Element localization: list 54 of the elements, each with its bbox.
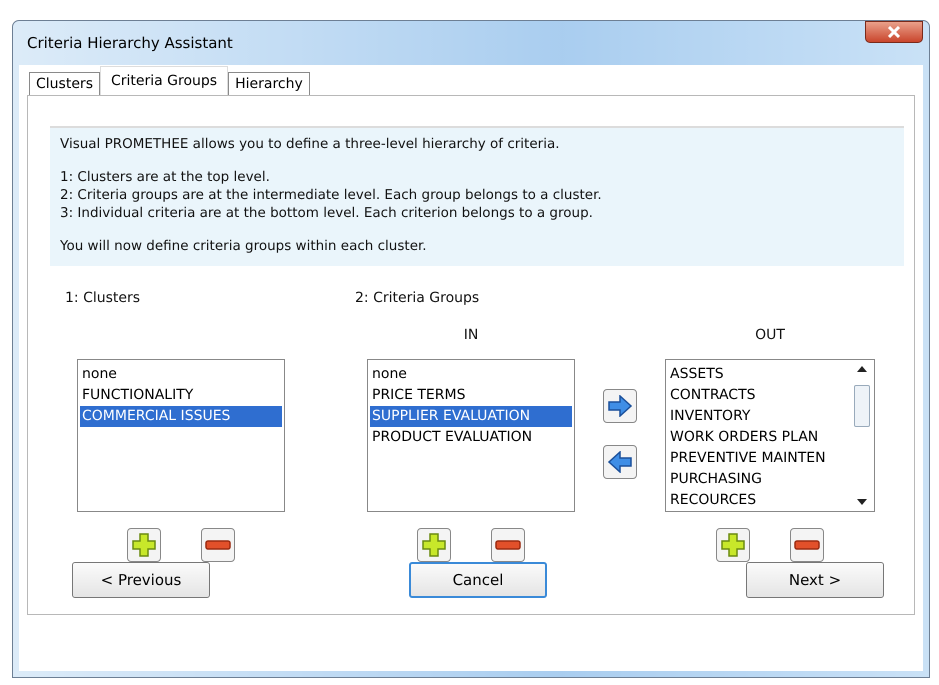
remove-button[interactable] (201, 528, 235, 562)
remove-button[interactable] (790, 528, 824, 562)
plus-icon (132, 533, 156, 557)
minus-icon (495, 540, 521, 550)
tab[interactable]: Hierarchy (228, 72, 310, 95)
minus-icon (794, 540, 820, 550)
list-box[interactable]: ASSETS CONTRACTS INVENTORY WORK ORDERS PLAN PREVENTIVE MAINTEN PURCHASING RECOURCES (665, 359, 875, 512)
remove-button[interactable] (491, 528, 525, 562)
close-button[interactable] (865, 21, 923, 43)
tab[interactable]: Criteria Groups (100, 66, 228, 96)
section-label: 2: Criteria Groups (355, 290, 480, 308)
scrollbar-thumb[interactable] (854, 384, 870, 426)
dialog-button[interactable]: Cancel (409, 562, 547, 598)
dialog-button[interactable]: < Previous (72, 562, 210, 598)
list-item[interactable]: CONTRACTS (668, 385, 872, 406)
list-box[interactable]: none PRICE TERMS SUPPLIER EVALUATION PRODUCT EVALUATION (367, 359, 575, 512)
info-text: You will now define criteria groups within each cluster. (60, 238, 428, 254)
info-text: Visual PROMETHEE allows you to define a three-level hierarchy of criteria. (60, 136, 561, 152)
info-text: 2: Criteria groups are at the intermediate level. Each group belongs to a cluster. (60, 187, 603, 203)
list-item[interactable]: SUPPLIER EVALUATION (370, 406, 572, 427)
add-button[interactable] (127, 528, 161, 562)
info-text: 3: Individual criteria are at the bottom level. Each criterion belongs to a group. (60, 205, 594, 221)
list-item[interactable]: FUNCTIONALITY (80, 385, 282, 406)
scroll-up-icon[interactable] (857, 366, 867, 372)
add-button[interactable] (417, 528, 451, 562)
column-label: IN (462, 327, 480, 345)
list-box[interactable]: none FUNCTIONALITY COMMERCIAL ISSUES (77, 359, 285, 512)
list-item[interactable]: PURCHASING (668, 469, 872, 490)
right-arrow-icon (608, 395, 632, 417)
list-item[interactable]: INVENTORY (668, 406, 872, 427)
list-item[interactable]: COMMERCIAL ISSUES (80, 406, 282, 427)
list-item[interactable]: ASSETS (668, 364, 872, 385)
info-text: 1: Clusters are at the top level. (60, 169, 271, 185)
section-label: 1: Clusters (65, 290, 142, 308)
column-label: OUT (754, 327, 786, 345)
plus-icon (422, 533, 446, 557)
dialog-button[interactable]: Next > (746, 562, 884, 598)
list-item[interactable]: PREVENTIVE MAINTEN (668, 448, 872, 469)
move-left-button[interactable] (603, 445, 637, 479)
list-item[interactable]: RECOURCES (668, 490, 872, 511)
close-icon (888, 26, 900, 38)
list-item[interactable]: PRODUCT EVALUATION (370, 427, 572, 448)
list-item[interactable]: PRICE TERMS (370, 385, 572, 406)
move-right-button[interactable] (603, 389, 637, 423)
window-title: Criteria Hierarchy Assistant (26, 34, 233, 52)
scroll-down-icon[interactable] (857, 499, 867, 505)
tab[interactable]: Clusters (29, 72, 100, 95)
plus-icon (721, 533, 745, 557)
list-item[interactable]: none (370, 364, 572, 385)
list-item[interactable]: none (80, 364, 282, 385)
list-item[interactable]: WORK ORDERS PLAN (668, 427, 872, 448)
add-button[interactable] (716, 528, 750, 562)
minus-icon (205, 540, 231, 550)
left-arrow-icon (608, 451, 632, 473)
